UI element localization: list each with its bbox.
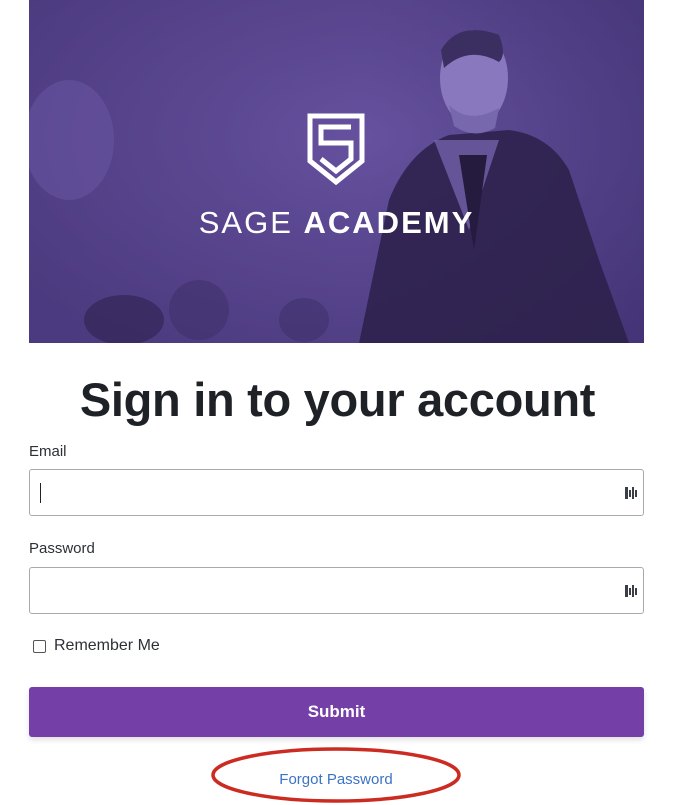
email-field[interactable] — [30, 470, 620, 515]
page-title: Sign in to your account — [79, 373, 596, 426]
submit-button[interactable]: Submit — [29, 687, 644, 737]
sign-in-page: SAGE ACADEMY Sign in to your account Ema… — [0, 0, 675, 805]
text-cursor — [40, 483, 41, 503]
forgot-password-link[interactable]: Forgot Password — [210, 771, 462, 788]
remember-me-checkbox[interactable] — [33, 639, 46, 653]
password-field-container — [29, 567, 644, 614]
remember-me-row: Remember Me — [33, 637, 160, 655]
password-label: Password — [29, 540, 95, 557]
password-field[interactable] — [30, 568, 620, 613]
forgot-password-area: Forgot Password — [210, 745, 462, 805]
brand-wordmark-light: SAGE — [198, 205, 304, 240]
shield-s-logo-icon — [307, 113, 365, 185]
remember-me-label[interactable]: Remember Me — [54, 637, 160, 655]
brand-wordmark-bold: ACADEMY — [303, 205, 475, 240]
password-manager-icon[interactable] — [625, 486, 637, 500]
brand-wordmark: SAGE ACADEMY — [29, 205, 644, 241]
hero-banner: SAGE ACADEMY — [29, 0, 644, 343]
email-label: Email — [29, 443, 67, 460]
password-manager-icon[interactable] — [625, 584, 637, 598]
email-field-container — [29, 469, 644, 516]
